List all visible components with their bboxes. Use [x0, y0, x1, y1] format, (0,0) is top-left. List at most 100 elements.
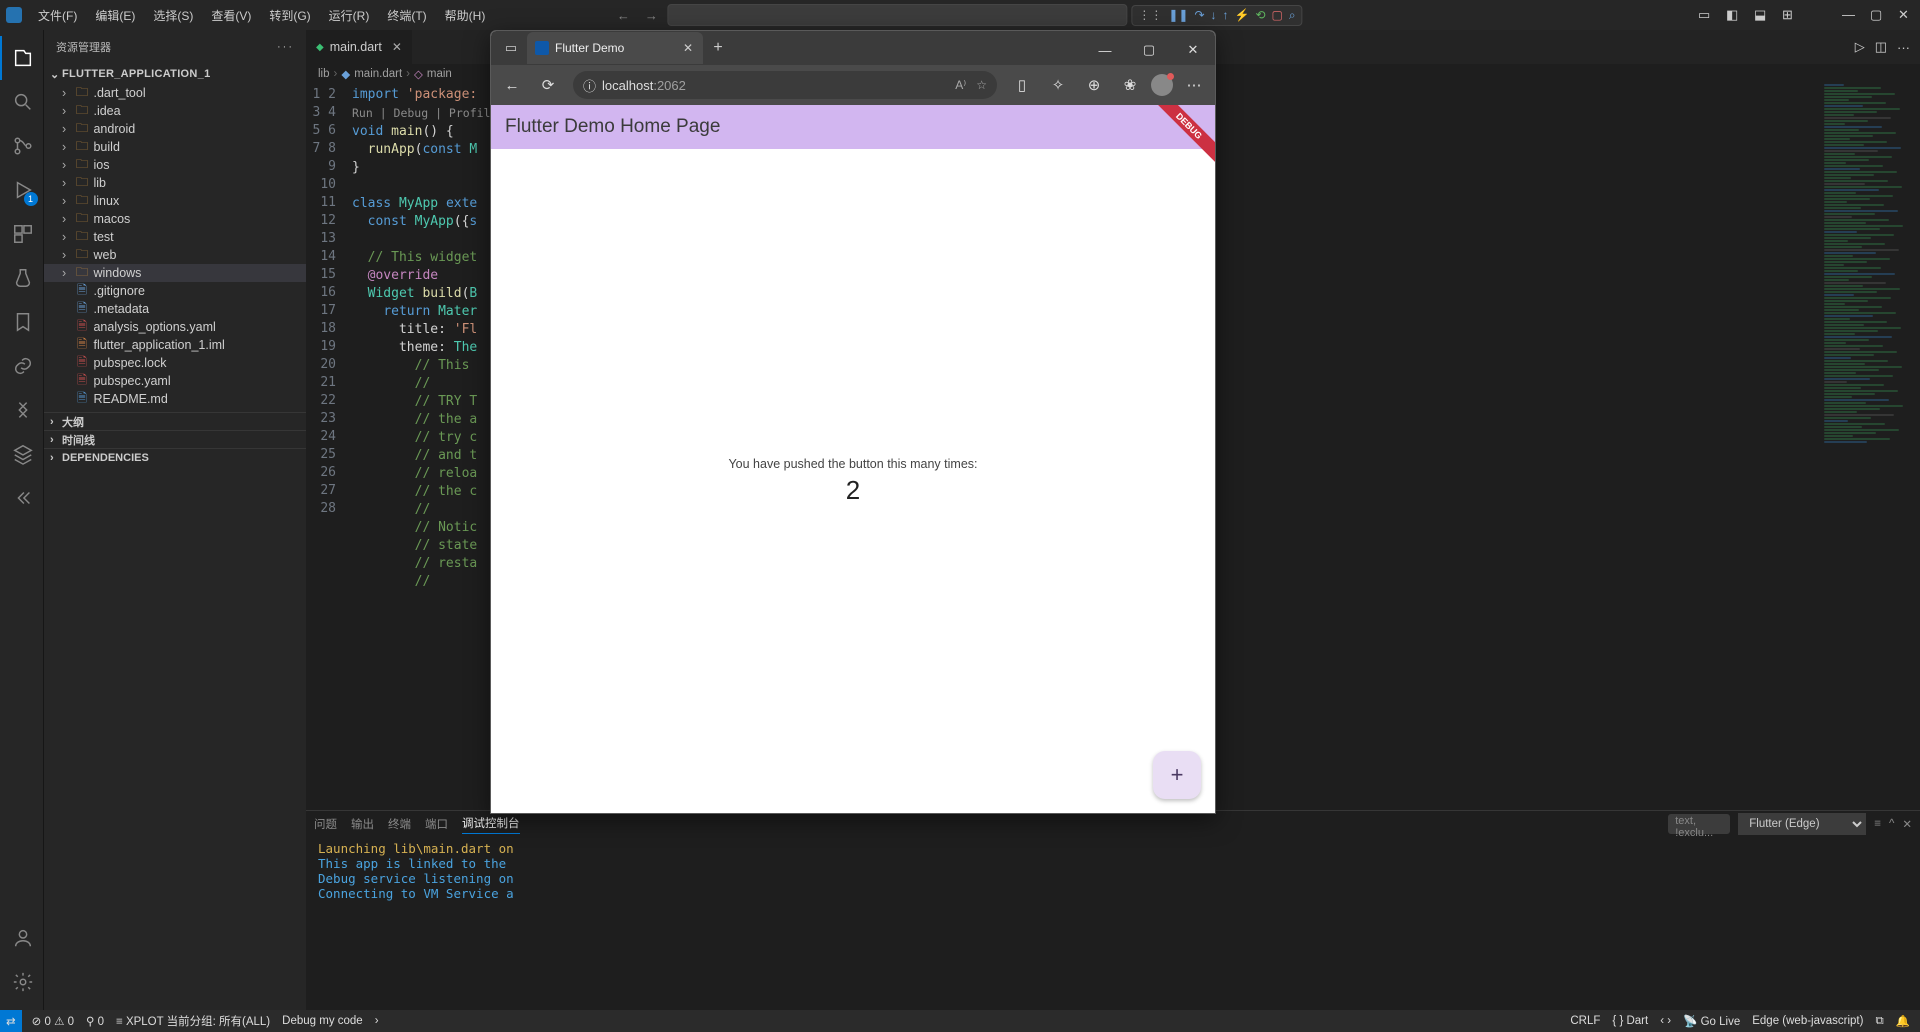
- browser-minimize-icon[interactable]: —: [1083, 35, 1127, 65]
- activity-extensions-icon[interactable]: [0, 212, 44, 256]
- status-lang[interactable]: { } Dart: [1612, 1015, 1648, 1027]
- step-into-icon[interactable]: ↓: [1211, 8, 1217, 22]
- browser-tab[interactable]: Flutter Demo ✕: [527, 32, 703, 64]
- browser-back-icon[interactable]: ←: [497, 70, 527, 100]
- step-out-icon[interactable]: ↑: [1223, 8, 1229, 22]
- panel-maximize-icon[interactable]: ^: [1889, 818, 1894, 830]
- site-info-icon[interactable]: ⓘ: [583, 76, 596, 95]
- tab-more-icon[interactable]: ···: [1897, 40, 1910, 55]
- menu-item[interactable]: 终端(T): [379, 3, 434, 28]
- panel-tab[interactable]: 端口: [425, 816, 448, 832]
- activity-run-icon[interactable]: 1: [0, 168, 44, 212]
- browser-menu-icon[interactable]: ⋯: [1179, 70, 1209, 100]
- tab-actions-icon[interactable]: ▭: [495, 32, 527, 64]
- activity-search-icon[interactable]: [0, 80, 44, 124]
- layout-panel-bottom-icon[interactable]: ⬓: [1754, 7, 1770, 23]
- browser-new-tab-icon[interactable]: +: [703, 33, 733, 63]
- tree-file[interactable]: 🗎 README.md: [44, 390, 306, 408]
- menu-item[interactable]: 文件(F): [30, 3, 85, 28]
- code-content[interactable]: import 'package: Run | Debug | Profile v…: [352, 84, 497, 810]
- menu-item[interactable]: 查看(V): [203, 3, 259, 28]
- restart-icon[interactable]: ⟲: [1255, 8, 1265, 22]
- address-bar[interactable]: ⓘ localhost:2062 A⁾ ☆: [573, 71, 997, 99]
- menu-item[interactable]: 帮助(H): [437, 3, 494, 28]
- panel-tab[interactable]: 输出: [351, 816, 374, 832]
- profile-avatar-icon[interactable]: [1151, 74, 1173, 96]
- tree-file[interactable]: 🗎 .metadata: [44, 300, 306, 318]
- crumb-folder[interactable]: lib: [318, 68, 330, 80]
- activity-settings-icon[interactable]: [0, 960, 44, 1004]
- layout-panel-icon[interactable]: ▭: [1698, 7, 1714, 23]
- browser-maximize-icon[interactable]: ▢: [1127, 35, 1171, 65]
- pause-icon[interactable]: ❚❚: [1168, 8, 1188, 22]
- tree-folder[interactable]: ›🗀 linux: [44, 192, 306, 210]
- scroll-right-icon[interactable]: ›: [375, 1015, 379, 1027]
- tree-folder[interactable]: ›🗀 android: [44, 120, 306, 138]
- debug-console-select[interactable]: Flutter (Edge): [1738, 813, 1866, 835]
- sidebar-section[interactable]: ›大纲: [44, 412, 306, 430]
- status-xplot[interactable]: ≡ XPLOT 当前分组: 所有(ALL): [116, 1013, 270, 1029]
- window-maximize-icon[interactable]: ▢: [1870, 7, 1886, 23]
- panel-tab[interactable]: 终端: [388, 816, 411, 832]
- layout-customize-icon[interactable]: ⊞: [1782, 7, 1798, 23]
- collections-icon[interactable]: ⊕: [1079, 70, 1109, 100]
- tree-folder[interactable]: ›🗀 build: [44, 138, 306, 156]
- tree-folder[interactable]: ›🗀 windows: [44, 264, 306, 282]
- activity-account-icon[interactable]: [0, 916, 44, 960]
- project-header[interactable]: ⌄ FLUTTER_APPLICATION_1: [44, 64, 306, 84]
- split-screen-icon[interactable]: ▯: [1007, 70, 1037, 100]
- status-feedback-icon[interactable]: ⧉: [1875, 1015, 1883, 1028]
- tree-file[interactable]: 🗎 pubspec.lock: [44, 354, 306, 372]
- browser-extensions-icon[interactable]: ❀: [1115, 70, 1145, 100]
- status-eol[interactable]: CRLF: [1570, 1015, 1600, 1027]
- activity-dbl-chevron-icon[interactable]: [0, 476, 44, 520]
- status-angle-icon[interactable]: ‹ ›: [1660, 1015, 1671, 1027]
- status-debug-my-code[interactable]: Debug my code: [282, 1015, 363, 1027]
- step-over-icon[interactable]: ↷: [1194, 8, 1204, 22]
- tree-file[interactable]: 🗎 .gitignore: [44, 282, 306, 300]
- browser-tab-close-icon[interactable]: ✕: [683, 41, 693, 55]
- tree-file[interactable]: 🗎 analysis_options.yaml: [44, 318, 306, 336]
- tree-file[interactable]: 🗎 pubspec.yaml: [44, 372, 306, 390]
- activity-test-icon[interactable]: [0, 256, 44, 300]
- read-aloud-icon[interactable]: A⁾: [955, 78, 966, 92]
- editor-tab[interactable]: ◆ main.dart ✕: [306, 30, 413, 64]
- menu-item[interactable]: 编辑(E): [87, 3, 143, 28]
- layout-sidebar-icon[interactable]: ◧: [1726, 7, 1742, 23]
- tree-folder[interactable]: ›🗀 macos: [44, 210, 306, 228]
- activity-angle-icon[interactable]: [0, 388, 44, 432]
- inspect-icon[interactable]: ⌕: [1289, 8, 1296, 23]
- debug-console-output[interactable]: Launching lib\main.dart on This app is l…: [306, 837, 1920, 1010]
- stop-icon[interactable]: ▢: [1272, 8, 1283, 22]
- nav-forward-icon[interactable]: →: [639, 3, 663, 27]
- sidebar-section[interactable]: ›时间线: [44, 430, 306, 448]
- browser-close-icon[interactable]: ✕: [1171, 35, 1215, 65]
- sidebar-section[interactable]: ›DEPENDENCIES: [44, 448, 306, 466]
- activity-scm-icon[interactable]: [0, 124, 44, 168]
- activity-link-icon[interactable]: [0, 344, 44, 388]
- menu-item[interactable]: 转到(G): [261, 3, 318, 28]
- tab-close-icon[interactable]: ✕: [392, 40, 402, 54]
- crumb-symbol[interactable]: main: [427, 68, 452, 80]
- activity-layers-icon[interactable]: [0, 432, 44, 476]
- status-bell-icon[interactable]: 🔔: [1896, 1014, 1910, 1028]
- panel-close-icon[interactable]: ✕: [1902, 817, 1912, 831]
- tree-folder[interactable]: ›🗀 .dart_tool: [44, 84, 306, 102]
- activity-bookmark-icon[interactable]: [0, 300, 44, 344]
- crumb-file[interactable]: main.dart: [354, 68, 402, 80]
- status-device[interactable]: Edge (web-javascript): [1752, 1015, 1863, 1027]
- status-errors[interactable]: ⊘ 0 ⚠ 0: [32, 1014, 74, 1028]
- browser-refresh-icon[interactable]: ⟳: [533, 70, 563, 100]
- menu-item[interactable]: 运行(R): [321, 3, 378, 28]
- status-ports[interactable]: ⚲ 0: [86, 1014, 104, 1028]
- activity-explorer-icon[interactable]: [0, 36, 44, 80]
- tree-folder[interactable]: ›🗀 .idea: [44, 102, 306, 120]
- tree-folder[interactable]: ›🗀 web: [44, 246, 306, 264]
- tree-folder[interactable]: ›🗀 test: [44, 228, 306, 246]
- panel-tab[interactable]: 问题: [314, 816, 337, 832]
- status-golive[interactable]: 📡 Go Live: [1683, 1014, 1740, 1028]
- minimap[interactable]: [1820, 84, 1920, 810]
- debug-filter-input[interactable]: text, !exclu...: [1668, 814, 1730, 834]
- window-close-icon[interactable]: ✕: [1898, 7, 1914, 23]
- favorite-icon[interactable]: ☆: [976, 78, 987, 92]
